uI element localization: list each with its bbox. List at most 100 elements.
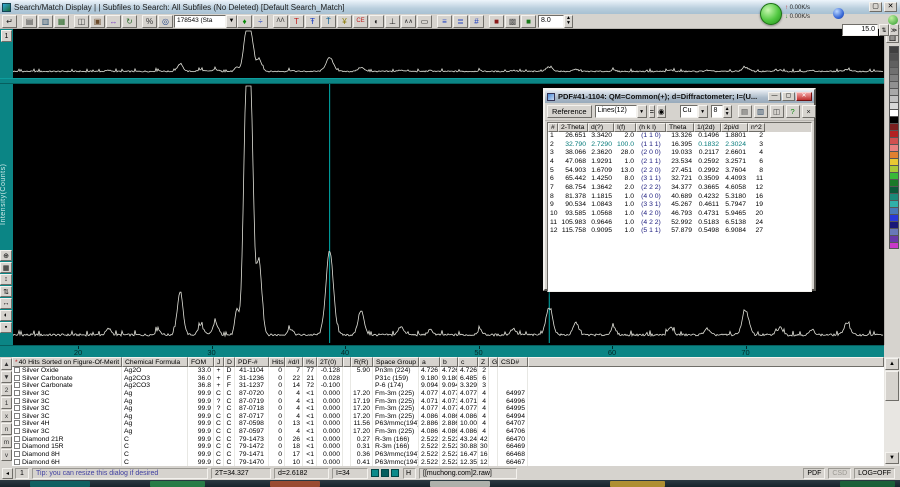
phase-checkbox[interactable] <box>14 405 20 412</box>
pdf-card-dialog[interactable]: PDF#41-1104: QM=Common(+); d=Diffractome… <box>543 88 816 292</box>
table-row[interactable]: Silver 3C Ag 99.9? C 87-0718 0 4 <1 0.000 17.20 Fm… <box>12 405 884 413</box>
yen-icon[interactable]: ¥ <box>337 14 352 28</box>
table-row[interactable]: Silver Carbonate Ag2CO3 36.8 + F 31-1237 0 14 72… <box>12 382 884 390</box>
table-row[interactable]: Diamond 8H C 99.9 C C 79-1471 0 17 <1 0.000 0.36 P6… <box>12 451 884 459</box>
overview-index-button[interactable]: 1 <box>1 30 12 42</box>
overview-updown-icon[interactable]: ⇅ <box>879 24 889 36</box>
dialog-close-lines-icon[interactable]: × <box>801 105 816 118</box>
zoom-icon[interactable]: ⊕ <box>0 250 12 261</box>
dialog-table-row[interactable]: 4 47.068 1.9291 1.0 (2 1 1) 23.534 0.2592 3.257… <box>548 158 811 167</box>
palette-color-13[interactable] <box>889 137 899 144</box>
palette-color-21[interactable] <box>889 193 899 200</box>
dialog-table-row[interactable]: 10 93.585 1.0568 1.0 (4 2 0) 46.793 0.4731 5.94… <box>548 210 811 219</box>
dialog-table-row[interactable]: 12 115.758 0.9095 1.0 (5 1 1) 57.879 0.5498 6.9… <box>548 227 811 236</box>
hits-col-header[interactable]: FOM <box>188 357 214 367</box>
chart-icon[interactable]: ▦ <box>54 14 69 28</box>
phase-checkbox[interactable] <box>14 389 20 396</box>
palette-color-6[interactable] <box>889 88 899 95</box>
hits-table-header[interactable]: *40 Hits Sorted on Figure-Of-Merit Chemic… <box>12 357 884 367</box>
list1-icon[interactable]: ≡ <box>437 14 452 28</box>
phase-checkbox[interactable] <box>14 374 20 381</box>
error-spin-arrows[interactable]: ▲ ▼ <box>564 14 573 28</box>
palette-color-27[interactable] <box>889 235 899 242</box>
h-scale-icon[interactable]: ↔ <box>0 298 12 309</box>
hits-scrollbar[interactable]: ▲ ▼ <box>884 357 900 466</box>
dialog-help-icon[interactable]: ? <box>785 105 800 118</box>
palette-color-15[interactable] <box>889 151 899 158</box>
dialog-table-row[interactable]: 3 38.066 2.3620 28.0 (2 0 0) 19.033 0.2117 2.66… <box>548 149 811 158</box>
status-csd[interactable]: CSD <box>828 467 852 479</box>
hash-icon[interactable]: # <box>469 14 484 28</box>
phase-checkbox[interactable] <box>14 458 20 465</box>
theta-shift-icon[interactable]: Ŧ <box>305 14 320 28</box>
print-icon[interactable]: ▤ <box>22 14 37 28</box>
save-display-icon[interactable]: ▥ <box>38 14 53 28</box>
grid-icon[interactable]: ▦ <box>0 262 12 273</box>
overview-chart[interactable] <box>13 29 884 78</box>
gutter-tool-2[interactable]: 2 <box>1 384 12 396</box>
divide-icon[interactable]: ÷ <box>253 14 268 28</box>
dataset-dropdown-arrow[interactable]: ▼ <box>226 14 237 28</box>
table-row[interactable]: Diamond 6H C 99.9 C C 79-1470 0 10 <1 0.000 0.41 P6… <box>12 458 884 466</box>
palette-color-11[interactable] <box>889 123 899 130</box>
palette-color-24[interactable] <box>889 214 899 221</box>
table-row[interactable]: Silver Oxide Ag2O 33.0 + D 41-1104 0 7 77 -0.128 5… <box>12 367 884 375</box>
table-row[interactable]: Silver 3C Ag 99.9? C 87-0719 0 4 <1 0.000 17.19 Fm… <box>12 397 884 406</box>
dialog-spinner[interactable]: 8 ▲ ▼ <box>710 105 732 118</box>
list2-icon[interactable]: ≣ <box>453 14 468 28</box>
copy-icon[interactable]: ◫ <box>74 14 89 28</box>
hits-col-header[interactable]: Hits <box>269 357 285 367</box>
palette-color-20[interactable] <box>889 186 899 193</box>
dialog-copy-icon[interactable]: ◫ <box>769 105 784 118</box>
gutter-tool-3[interactable]: 1 <box>1 397 12 409</box>
red-card-icon[interactable]: ■ <box>489 14 504 28</box>
gutter-tool-7[interactable]: v <box>1 449 12 461</box>
lines-dropdown[interactable]: Lines(12) ▼ <box>594 105 647 118</box>
dialog-table-row[interactable]: 7 68.754 1.3642 2.0 (2 2 2) 34.377 0.3665 4.605… <box>548 184 811 193</box>
phase-checkbox[interactable] <box>14 412 20 419</box>
hits-col-header[interactable]: G <box>489 357 498 367</box>
dialog-title-bar[interactable]: PDF#41-1104: QM=Common(+); d=Diffractome… <box>545 90 814 103</box>
palette-color-23[interactable] <box>889 207 899 214</box>
palette-color-0[interactable] <box>889 46 899 53</box>
anode-dropdown[interactable]: Cu ▼ <box>679 105 708 118</box>
status-pdf[interactable]: PDF <box>803 467 826 479</box>
ce-icon[interactable]: CE <box>353 14 368 28</box>
status-h-toggle[interactable]: H <box>403 467 416 479</box>
hits-table[interactable]: *40 Hits Sorted on Figure-Of-Merit Chemic… <box>12 357 884 466</box>
hits-col-header[interactable]: PDF-# <box>235 357 269 367</box>
hits-col-header[interactable]: Space Group <box>373 357 419 367</box>
palette-color-8[interactable] <box>889 102 899 109</box>
refresh-icon[interactable]: ↻ <box>122 14 137 28</box>
palette-color-28[interactable] <box>889 242 899 249</box>
hits-col-header[interactable]: 2T(0) <box>317 357 343 367</box>
phase-checkbox[interactable] <box>14 428 20 435</box>
hits-col-header[interactable]: Z <box>478 357 489 367</box>
v-scale-icon[interactable]: ↕ <box>0 274 12 285</box>
dialog-table[interactable]: #2-Theta d(?) I(f) (h k l) Theta 1/(2d) 2pi/d n… <box>547 122 812 292</box>
phase-checkbox[interactable] <box>14 420 20 427</box>
dialog-save-icon[interactable]: ▥ <box>753 105 768 118</box>
anode-dropdown-arrow[interactable]: ▼ <box>697 105 708 118</box>
gutter-tool-6[interactable]: m <box>1 436 12 448</box>
hits-col-header[interactable]: *40 Hits Sorted on Figure-Of-Merit <box>12 357 122 367</box>
dialog-table-row[interactable]: 5 54.903 1.6709 13.0 (2 2 0) 27.451 0.2992 3.76… <box>548 167 811 176</box>
palette-color-2[interactable] <box>889 60 899 67</box>
table-row[interactable]: Diamond 21R C 99.9 C C 79-1473 0 26 <1 0.000 0.27 R… <box>12 435 884 444</box>
scroll-down-icon[interactable]: ▼ <box>885 452 899 464</box>
swap-icon[interactable]: ⇅ <box>0 286 12 297</box>
palette-color-1[interactable] <box>889 53 899 60</box>
palette-color-26[interactable] <box>889 228 899 235</box>
lines-dropdown-arrow[interactable]: ▼ <box>636 105 647 118</box>
close-button[interactable]: ✕ <box>884 2 897 12</box>
hits-col-header[interactable]: c <box>458 357 478 367</box>
overview-skip-icon[interactable]: ≫ <box>889 24 899 36</box>
marker-icon[interactable]: ▪ <box>0 322 12 333</box>
image-icon[interactable]: ▣ <box>90 14 105 28</box>
status-nav-button[interactable]: ◂ <box>2 467 13 479</box>
net-overlay-dot[interactable] <box>833 8 844 19</box>
halfmoon-icon[interactable]: ◐ <box>369 14 384 28</box>
baseline-icon[interactable]: ⊥ <box>385 14 400 28</box>
hatch-icon[interactable]: ▩ <box>505 14 520 28</box>
equals-button[interactable]: = <box>648 105 655 118</box>
